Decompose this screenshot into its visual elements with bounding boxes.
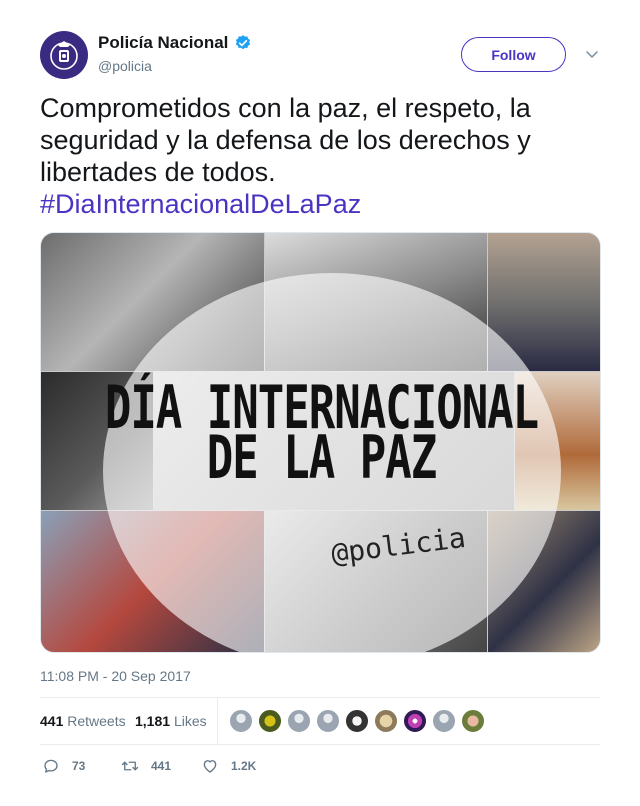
- retweets-count: 441: [40, 713, 64, 729]
- tweet-card: Policía Nacional @policia Follow Comprom…: [0, 0, 640, 806]
- liker-avatar[interactable]: [287, 709, 311, 733]
- engagement-stats: 441 Retweets 1,181 Likes: [40, 698, 600, 744]
- liker-avatar[interactable]: [229, 709, 253, 733]
- retweets-stat[interactable]: 441 Retweets: [40, 713, 126, 729]
- retweet-count: 441: [151, 759, 172, 773]
- like-action[interactable]: 1.2K: [201, 757, 256, 775]
- retweet-action[interactable]: 441: [121, 757, 171, 775]
- liker-avatar[interactable]: [461, 709, 485, 733]
- chevron-down-icon[interactable]: [584, 46, 600, 62]
- liker-avatar[interactable]: [374, 709, 398, 733]
- retweet-icon: [121, 761, 139, 771]
- likes-stat[interactable]: 1,181 Likes: [135, 713, 207, 729]
- verified-badge-icon: [236, 35, 251, 50]
- tweet-timestamp[interactable]: 11:08 PM - 20 Sep 2017: [40, 668, 191, 684]
- reply-count: 73: [72, 759, 86, 773]
- liker-avatar[interactable]: [316, 709, 340, 733]
- display-name[interactable]: Policía Nacional: [98, 33, 228, 53]
- like-count: 1.2K: [231, 759, 257, 773]
- divider: [40, 744, 600, 745]
- reply-action[interactable]: 73: [42, 757, 85, 775]
- account-info: Policía Nacional @policia: [98, 33, 252, 74]
- liker-avatar[interactable]: [432, 709, 456, 733]
- follow-button[interactable]: Follow: [461, 37, 566, 72]
- image-title-line2: DE LA PAZ: [206, 424, 437, 493]
- liker-avatar[interactable]: [345, 709, 369, 733]
- avatar[interactable]: [40, 31, 88, 79]
- liker-avatar[interactable]: [403, 709, 427, 733]
- tweet-text: Comprometidos con la paz, el respeto, la…: [40, 92, 600, 220]
- liker-avatar[interactable]: [258, 709, 282, 733]
- heart-icon: [203, 760, 217, 773]
- hashtag-link[interactable]: #DiaInternacionalDeLaPaz: [40, 189, 361, 219]
- likes-count: 1,181: [135, 713, 171, 729]
- likes-label: Likes: [173, 713, 207, 729]
- retweets-label: Retweets: [67, 713, 126, 729]
- police-shield-icon: [50, 41, 78, 70]
- account-handle[interactable]: @policia: [98, 58, 252, 74]
- tweet-image[interactable]: DÍA INTERNACIONAL DE LA PAZ @policia: [40, 232, 601, 653]
- tweet-body: Comprometidos con la paz, el respeto, la…: [40, 93, 531, 187]
- stats-separator: [217, 698, 218, 744]
- reply-icon: [44, 759, 58, 773]
